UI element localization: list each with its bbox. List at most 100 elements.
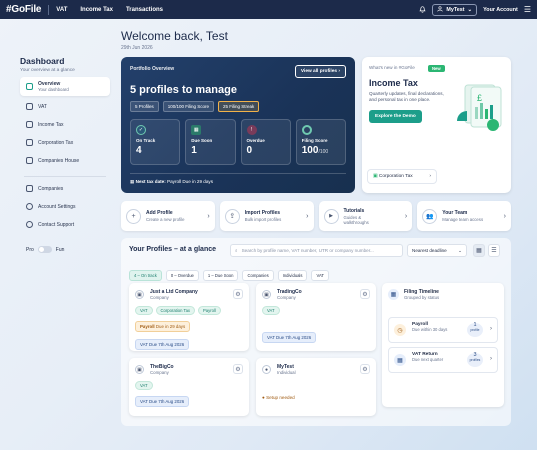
filter-overdue[interactable]: 0 – Overdue	[165, 270, 199, 281]
action-title: Import Profiles	[244, 210, 281, 216]
vat-due-badge: VAT Due 7th Aug 2026	[262, 332, 317, 343]
stat-on-track[interactable]: ✓ On Track 4	[130, 119, 181, 165]
sidebar-item-companies[interactable]: Companies	[20, 181, 110, 196]
sidebar-item-overview[interactable]: Overview Your dashboard	[20, 77, 110, 96]
your-team-action[interactable]: 👥 Your Team Manage team access ›	[417, 201, 511, 231]
profile-card[interactable]: ▣ TradingCo Company ⚙ VAT VAT Due 7th Au…	[256, 283, 376, 351]
chevron-right-icon: ›	[207, 212, 210, 220]
timeline-row-vat-return[interactable]: ▦ VAT Return Due next quarter 3 profiles …	[388, 347, 498, 373]
grid-view-icon[interactable]: ▦	[473, 244, 485, 257]
vat-icon	[26, 103, 33, 110]
stat-filing-score[interactable]: Filing Score 100/100	[295, 119, 346, 165]
sidebar-item-label: Companies House	[38, 157, 80, 164]
filter-vat[interactable]: VAT	[311, 270, 329, 281]
gear-icon[interactable]: ⚙	[360, 364, 370, 374]
view-all-label: View all profiles	[300, 69, 338, 74]
divider	[48, 4, 50, 15]
app-logo[interactable]: #GoFile	[6, 4, 41, 15]
account-pill[interactable]: MyTest ⌄	[432, 3, 478, 16]
filter-due-soon[interactable]: 1 – Due Soon	[202, 270, 239, 281]
new-badge: New	[428, 65, 445, 72]
filing-timeline: ▦ Filing Timeline Grouped by status ◷ Pa…	[382, 283, 504, 407]
calendar-icon: ▦	[394, 354, 406, 366]
search-input[interactable]: ⌕ Search by profile name, VAT number, UT…	[230, 244, 403, 257]
due-label: Payroll	[140, 324, 155, 329]
gear-icon	[26, 203, 33, 210]
upload-icon: ⇪	[224, 208, 240, 224]
nav-income-tax[interactable]: Income Tax	[80, 7, 113, 13]
nav-transactions[interactable]: Transactions	[126, 7, 163, 13]
sidebar-item-corporation-tax[interactable]: Corporation Tax	[20, 135, 110, 150]
sidebar-item-companies-house[interactable]: Companies House	[20, 153, 110, 168]
help-icon	[26, 221, 33, 228]
view-all-profiles-button[interactable]: View all profiles ›	[294, 65, 346, 78]
profile-type: Company	[150, 295, 169, 300]
setup-needed-status: ● Setup needed	[262, 395, 370, 400]
sidebar-item-label: Account Settings	[38, 203, 76, 210]
chevron-right-icon: ›	[306, 212, 309, 220]
action-sub: Guides & walkthroughs	[343, 214, 369, 225]
team-icon: 👥	[422, 208, 438, 224]
count-unit: profiles	[469, 357, 481, 362]
plus-icon: +	[126, 208, 141, 224]
user-icon	[437, 5, 444, 14]
clock-icon: ◷	[394, 324, 406, 336]
sidebar-item-account-settings[interactable]: Account Settings	[20, 199, 110, 214]
portfolio-overview-card: Portfolio Overview View all profiles › 5…	[121, 57, 355, 193]
sidebar-item-income-tax[interactable]: Income Tax	[20, 117, 110, 132]
filter-individuals[interactable]: Individuals	[277, 270, 308, 281]
explore-demo-button[interactable]: Explore the Demo	[369, 109, 422, 123]
gear-icon[interactable]: ⚙	[233, 364, 243, 374]
stat-label: Due Soon	[191, 138, 213, 143]
sort-select[interactable]: Nearest deadline ⌄	[407, 244, 467, 257]
import-profiles-action[interactable]: ⇪ Import Profiles Bulk import profiles ›	[219, 201, 314, 231]
profile-card[interactable]: ● MyTest Individual ⚙ ● Setup needed	[256, 358, 376, 416]
profile-card[interactable]: ▣ Just a Ltd Company Company ⚙ VAT Corpo…	[129, 283, 249, 351]
stat-value: 4	[136, 145, 142, 156]
whats-new-description: Quarterly updates, final declarations, a…	[369, 91, 444, 102]
companies-icon	[26, 185, 33, 192]
toggle-right-label: Fun	[55, 246, 65, 253]
profile-card[interactable]: ▣ TheBigCo Company ⚙ VAT VAT Due 7th Aug…	[129, 358, 249, 416]
add-profile-action[interactable]: + Add Profile Create a new profile ›	[121, 201, 215, 231]
score-ring-icon	[301, 125, 312, 135]
filing-streak-chip: 25 Filing Streak	[218, 101, 260, 112]
calendar-icon: ▦	[388, 289, 399, 300]
stat-overdue[interactable]: ! Overdue 0	[240, 119, 291, 165]
tag-vat: VAT	[135, 306, 153, 315]
sidebar-item-contact-support[interactable]: Contact Support	[20, 217, 110, 232]
filter-bar: 4 – On track 0 – Overdue 1 – Due Soon Co…	[129, 270, 503, 281]
portfolio-headline: 5 profiles to manage	[130, 84, 237, 96]
bell-icon[interactable]	[419, 6, 426, 13]
next-tax-date: ▦ Next tax date: Payroll Due in 29 days	[130, 173, 346, 185]
list-view-icon[interactable]: ☰	[488, 244, 500, 257]
stat-due-soon[interactable]: ▦ Due Soon 1	[185, 119, 236, 165]
svg-text:£: £	[477, 93, 482, 103]
sidebar-item-label: Income Tax	[38, 121, 64, 128]
search-placeholder: Search by profile name, VAT number, UTR …	[241, 248, 374, 253]
filing-score-chip: 100/100 Filing Score	[162, 101, 215, 112]
chevron-right-icon: ›	[503, 212, 506, 220]
mode-toggle[interactable]: Pro Fun	[20, 246, 110, 253]
stat-value: 0	[246, 145, 253, 156]
company-icon: ▣	[135, 290, 144, 299]
nav-vat[interactable]: VAT	[56, 7, 67, 13]
toggle-switch[interactable]	[37, 246, 52, 253]
vat-due-badge: VAT Due 7th Aug 2026	[135, 396, 190, 407]
filter-on-track[interactable]: 4 – On track	[129, 270, 162, 281]
row-count: 3 profiles	[467, 352, 483, 367]
building-icon	[26, 157, 33, 164]
filter-companies[interactable]: Companies	[242, 270, 274, 281]
gear-icon[interactable]: ⚙	[233, 289, 243, 299]
timeline-row-payroll[interactable]: ◷ Payroll Due within 30 days 1 profile ›	[388, 317, 498, 343]
corporation-tax-link[interactable]: ▣ Corporation Tax ›	[367, 169, 437, 184]
menu-icon[interactable]: ☰	[524, 5, 531, 14]
sidebar-item-vat[interactable]: VAT	[20, 99, 110, 114]
action-sub: Bulk import profiles	[244, 217, 282, 222]
row-count: 1 profile	[467, 322, 483, 337]
action-title: Add Profile	[146, 210, 173, 216]
toggle-left-label: Pro	[26, 246, 34, 253]
gear-icon[interactable]: ⚙	[360, 289, 370, 299]
tutorials-action[interactable]: ▶ Tutorials Guides & walkthroughs ›	[318, 201, 413, 231]
your-account-link[interactable]: Your Account	[483, 7, 518, 13]
